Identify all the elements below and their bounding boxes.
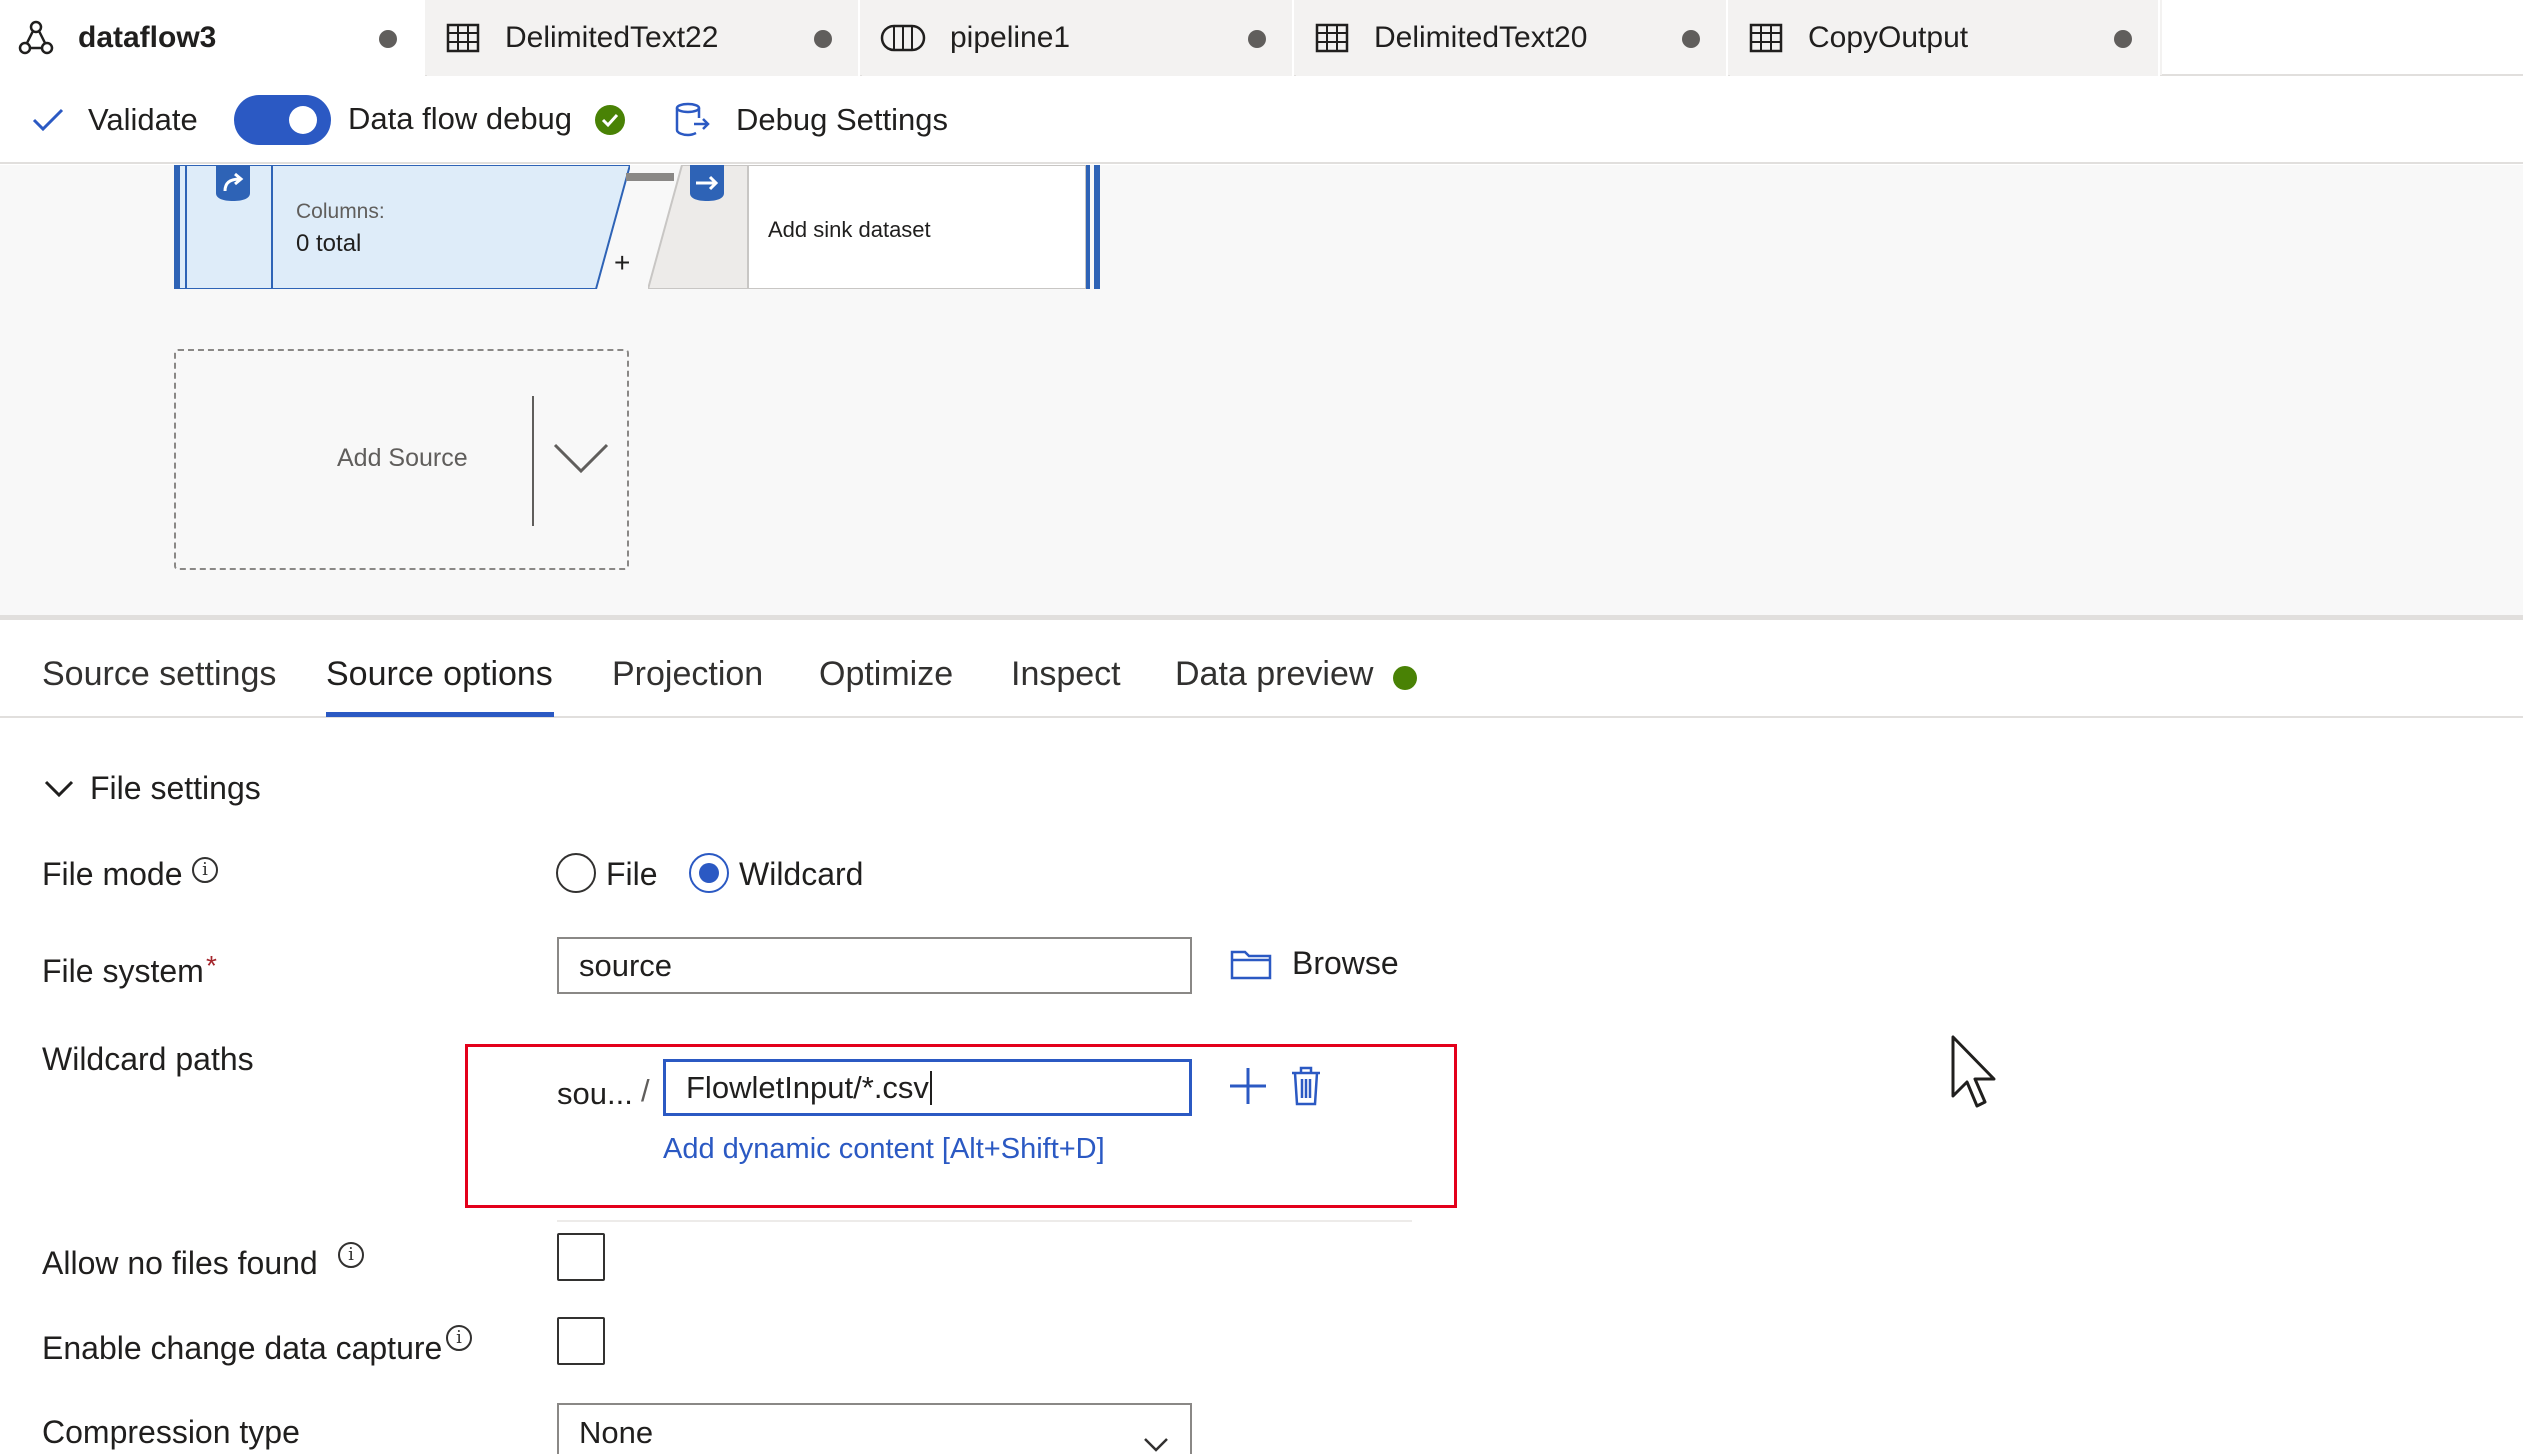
data-preview-status-dot <box>1393 666 1417 690</box>
unsaved-dot <box>1248 30 1266 48</box>
wildcard-divider <box>557 1220 1412 1222</box>
sink-node[interactable]: Add sink dataset <box>648 165 1104 289</box>
change-data-capture-label: Enable change data capture <box>42 1330 443 1366</box>
file-mode-option-wildcard: Wildcard <box>739 856 864 892</box>
wildcard-path-prefix: sou... <box>557 1076 633 1111</box>
checkmark-icon <box>30 102 66 138</box>
toggle-knob <box>289 106 317 134</box>
tab-label: dataflow3 <box>78 21 217 54</box>
info-icon[interactable]: i <box>446 1325 472 1351</box>
source-node[interactable]: Columns: 0 total <box>174 165 630 289</box>
browse-button[interactable]: Browse <box>1230 945 1399 982</box>
tab-inspect[interactable]: Inspect <box>1011 655 1121 694</box>
add-source-label: Add Source <box>337 444 468 472</box>
unsaved-dot <box>379 30 397 48</box>
tab-delimitedtext20[interactable]: DelimitedText20 <box>1296 0 1728 76</box>
unsaved-dot <box>814 30 832 48</box>
add-source-divider <box>532 396 534 526</box>
sink-icon <box>688 165 726 203</box>
tab-bar-empty-area <box>2162 0 2523 76</box>
tab-source-settings[interactable]: Source settings <box>42 655 276 694</box>
tab-copyoutput[interactable]: CopyOutput <box>1730 0 2160 76</box>
tab-projection[interactable]: Projection <box>612 655 763 694</box>
file-mode-option-file: File <box>606 856 658 892</box>
delete-icon[interactable] <box>1290 1066 1322 1106</box>
unsaved-dot <box>2114 30 2132 48</box>
mouse-cursor-icon <box>1950 1034 2002 1114</box>
dataflow-icon <box>18 20 54 56</box>
properties-panel <box>0 620 2523 1454</box>
file-mode-radio-file[interactable] <box>556 853 596 893</box>
file-mode-radio-wildcard[interactable] <box>689 853 729 893</box>
table-icon <box>1748 20 1784 56</box>
add-dynamic-content-link[interactable]: Add dynamic content [Alt+Shift+D] <box>663 1133 1105 1166</box>
add-icon[interactable] <box>1228 1066 1268 1106</box>
allow-no-files-checkbox[interactable] <box>557 1233 605 1281</box>
wildcard-path-input[interactable]: FlowletInput/*.csv <box>663 1059 1192 1116</box>
tab-delimitedtext22[interactable]: DelimitedText22 <box>427 0 860 76</box>
document-tab-bar: dataflow3 DelimitedText22 pipeline1 Deli… <box>0 0 2523 76</box>
required-asterisk: * <box>206 950 217 981</box>
compression-type-dropdown[interactable]: None <box>557 1403 1192 1454</box>
tab-data-preview[interactable]: Data preview <box>1175 655 1373 694</box>
radio-selected-dot <box>699 863 719 883</box>
file-system-label: File system <box>42 953 204 989</box>
chevron-down-icon <box>1143 1425 1169 1452</box>
debug-settings-icon <box>672 100 712 140</box>
pipeline-icon <box>880 20 926 56</box>
wildcard-path-value: FlowletInput/*.csv <box>686 1069 929 1105</box>
validate-button[interactable]: Validate <box>30 98 198 142</box>
tab-optimize[interactable]: Optimize <box>819 655 953 694</box>
columns-value: 0 total <box>296 230 362 257</box>
debug-settings-button[interactable]: Debug Settings <box>672 98 948 142</box>
validate-label: Validate <box>88 102 198 137</box>
file-settings-title: File settings <box>90 770 261 806</box>
chevron-down-icon <box>42 778 76 800</box>
debug-settings-label: Debug Settings <box>736 102 948 137</box>
tab-source-options[interactable]: Source options <box>326 655 553 694</box>
dataflow-canvas[interactable]: Columns: 0 total + Add sink dataset Add … <box>0 165 2523 620</box>
browse-label: Browse <box>1292 945 1399 981</box>
file-system-input[interactable]: source <box>557 937 1192 994</box>
tab-label: DelimitedText20 <box>1374 21 1588 54</box>
tab-label: CopyOutput <box>1808 21 1969 54</box>
tab-dataflow3[interactable]: dataflow3 <box>0 0 425 76</box>
success-check-icon <box>594 104 626 136</box>
table-icon <box>445 20 481 56</box>
change-data-capture-checkbox[interactable] <box>557 1317 605 1365</box>
columns-label: Columns: <box>296 200 385 223</box>
file-mode-label: File mode <box>42 856 183 892</box>
file-system-value: source <box>579 947 673 983</box>
info-icon[interactable]: i <box>338 1242 364 1268</box>
path-separator: / <box>641 1073 650 1108</box>
allow-no-files-label: Allow no files found <box>42 1245 318 1281</box>
folder-icon <box>1230 948 1272 980</box>
add-transform-plus[interactable]: + <box>614 247 630 279</box>
tab-label: DelimitedText22 <box>505 21 719 54</box>
debug-toggle[interactable] <box>234 95 331 145</box>
unsaved-dot <box>1682 30 1700 48</box>
file-settings-section-toggle[interactable]: File settings <box>42 770 261 807</box>
add-sink-dataset-label: Add sink dataset <box>768 217 931 242</box>
text-cursor <box>929 1070 932 1105</box>
tab-pipeline1[interactable]: pipeline1 <box>862 0 1294 76</box>
chevron-down-icon[interactable] <box>552 441 610 475</box>
debug-label: Data flow debug <box>348 101 573 136</box>
add-source-box[interactable]: Add Source <box>174 349 629 570</box>
info-icon[interactable]: i <box>192 857 218 883</box>
compression-type-label: Compression type <box>42 1414 300 1450</box>
compression-type-value: None <box>579 1415 654 1450</box>
source-transform-icon <box>214 165 252 203</box>
tab-label: pipeline1 <box>950 21 1071 54</box>
active-tab-underline <box>326 712 554 717</box>
table-icon <box>1314 20 1350 56</box>
wildcard-paths-label: Wildcard paths <box>42 1041 254 1077</box>
toolbar: Validate Data flow debug Debug Settings <box>0 76 2523 164</box>
